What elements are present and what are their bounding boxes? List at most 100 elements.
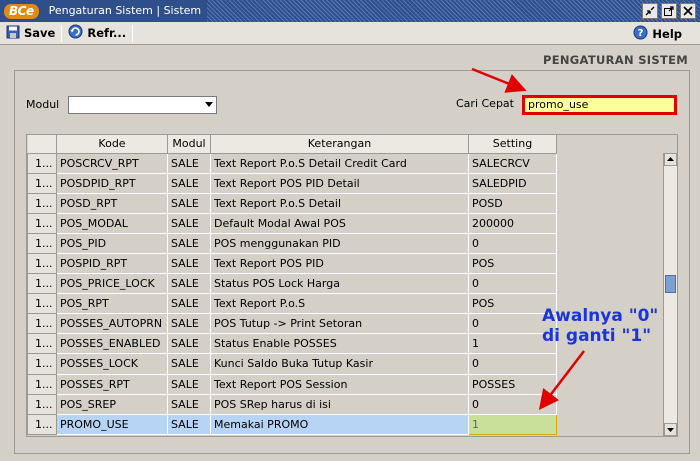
modul-cell[interactable]: SALE: [167, 394, 211, 415]
close-icon[interactable]: [680, 3, 696, 19]
row-index-cell[interactable]: 1...: [27, 212, 57, 234]
vertical-scrollbar[interactable]: [663, 153, 677, 436]
modul-cell[interactable]: SALE: [167, 293, 211, 315]
modul-cell[interactable]: SALE: [167, 414, 211, 435]
modul-cell[interactable]: SALE: [167, 173, 211, 194]
setting-cell[interactable]: POSSES: [468, 374, 557, 395]
modul-dropdown[interactable]: [68, 96, 217, 114]
table-row[interactable]: 1... POSSES_ENABLED SALE Status Enable POSS…: [27, 333, 557, 355]
kode-cell[interactable]: POS_MODAL: [56, 213, 168, 234]
table-row[interactable]: 1... POSPID_RPT SALE Text Report POS PID POS: [27, 252, 557, 275]
table-row[interactable]: 1... POS_PRICE_LOCK SALE Status POS Lock Ha…: [27, 273, 557, 295]
keterangan-cell[interactable]: Text Report POS PID: [210, 253, 469, 275]
search-input[interactable]: promo_use: [522, 95, 677, 115]
row-index-cell[interactable]: 1...: [27, 273, 57, 295]
help-button[interactable]: ? Help: [627, 23, 688, 44]
setting-cell[interactable]: 1: [468, 413, 557, 435]
table-row[interactable]: 1... POSDPID_RPT SALE Text Report POS PID D…: [27, 172, 557, 194]
kode-cell[interactable]: POSSES_AUTOPRN: [56, 313, 168, 335]
modul-cell[interactable]: SALE: [167, 333, 211, 355]
setting-cell[interactable]: 0: [468, 233, 557, 254]
table-row[interactable]: 1... POSSES_AUTOPRN SALE POS Tutup -> Print…: [27, 313, 557, 335]
kode-cell[interactable]: POSSES_LOCK: [56, 353, 168, 375]
row-index-cell[interactable]: 1...: [27, 353, 57, 375]
table-row[interactable]: 1... POSD_RPT SALE Text Report P.o.S Detail…: [27, 192, 557, 214]
expand-icon[interactable]: [661, 3, 677, 19]
kode-cell[interactable]: POS_PRICE_LOCK: [56, 273, 168, 295]
kode-cell[interactable]: POSCRCV_RPT: [56, 153, 168, 174]
table-row[interactable]: 1... POS_PID SALE POS menggunakan PID 0: [27, 232, 557, 254]
scroll-down-button[interactable]: [664, 423, 677, 436]
row-index-cell[interactable]: 1...: [27, 252, 57, 275]
kode-cell[interactable]: POSSES_RPT: [56, 374, 168, 395]
keterangan-cell[interactable]: Kunci Saldo Buka Tutup Kasir: [210, 353, 469, 375]
keterangan-cell[interactable]: Status POS Lock Harga: [210, 273, 469, 295]
row-index-cell[interactable]: 1...: [27, 172, 57, 194]
scrollbar-thumb[interactable]: [665, 275, 676, 293]
row-index-cell[interactable]: 1...: [27, 192, 57, 214]
modul-cell[interactable]: SALE: [167, 213, 211, 234]
keterangan-cell[interactable]: POS SRep harus di isi: [210, 394, 469, 415]
modul-cell[interactable]: SALE: [167, 353, 211, 375]
modul-cell[interactable]: SALE: [167, 273, 211, 295]
keterangan-cell[interactable]: Text Report POS PID Detail: [210, 173, 469, 194]
table-row[interactable]: 1... POSSES_RPT SALE Text Report POS Sessio…: [27, 373, 557, 395]
setting-cell[interactable]: POSD: [468, 193, 557, 214]
shrink-icon[interactable]: [642, 3, 658, 19]
setting-cell[interactable]: POS: [468, 253, 557, 275]
kode-cell[interactable]: PROMO_USE: [56, 414, 168, 435]
table-row[interactable]: 1... POSSES_LOCK SALE Kunci Saldo Buka Tutu…: [27, 353, 557, 375]
kode-cell[interactable]: POS_SREP: [56, 394, 168, 415]
setting-cell[interactable]: 0: [468, 394, 557, 415]
refresh-button[interactable]: Refr...: [62, 23, 132, 44]
row-index-cell[interactable]: 1...: [27, 152, 57, 174]
column-header-setting[interactable]: Setting: [468, 135, 557, 154]
chevron-down-icon[interactable]: [205, 102, 213, 107]
kode-cell[interactable]: POS_PID: [56, 233, 168, 254]
modul-cell[interactable]: SALE: [167, 374, 211, 395]
kode-cell[interactable]: POS_RPT: [56, 293, 168, 315]
row-index-cell[interactable]: 1...: [27, 393, 57, 415]
save-icon: [6, 25, 20, 42]
keterangan-cell[interactable]: Status Enable POSSES: [210, 333, 469, 355]
keterangan-cell[interactable]: Text Report P.o.S Detail Credit Card: [210, 153, 469, 174]
keterangan-cell[interactable]: Memakai PROMO: [210, 414, 469, 435]
save-button[interactable]: Save: [0, 23, 61, 44]
row-index-cell[interactable]: 1...: [27, 333, 57, 355]
kode-cell[interactable]: POSSES_ENABLED: [56, 333, 168, 355]
modul-cell[interactable]: SALE: [167, 153, 211, 174]
row-index-cell[interactable]: 1...: [27, 373, 57, 395]
keterangan-cell[interactable]: Text Report P.o.S: [210, 293, 469, 315]
setting-cell[interactable]: 0: [468, 353, 557, 375]
keterangan-cell[interactable]: Text Report P.o.S Detail: [210, 193, 469, 214]
keterangan-cell[interactable]: Text Report POS Session: [210, 374, 469, 395]
keterangan-cell[interactable]: POS Tutup -> Print Setoran: [210, 313, 469, 335]
table-row[interactable]: 1... POS_MODAL SALE Default Modal Awal POS 2…: [27, 212, 557, 234]
row-index-cell[interactable]: 1...: [27, 232, 57, 254]
keterangan-cell[interactable]: POS menggunakan PID: [210, 233, 469, 254]
row-index-cell[interactable]: 1...: [27, 313, 57, 335]
kode-cell[interactable]: POSPID_RPT: [56, 253, 168, 275]
scroll-up-button[interactable]: [664, 153, 677, 166]
kode-cell[interactable]: POSD_RPT: [56, 193, 168, 214]
setting-cell[interactable]: SALEDPID: [468, 173, 557, 194]
modul-cell[interactable]: SALE: [167, 253, 211, 275]
setting-cell[interactable]: 0: [468, 273, 557, 295]
table-row[interactable]: 1... POS_RPT SALE Text Report P.o.S POS: [27, 293, 557, 315]
keterangan-cell[interactable]: Default Modal Awal POS: [210, 213, 469, 234]
modul-cell[interactable]: SALE: [167, 193, 211, 214]
table-row[interactable]: 1... POS_SREP SALE POS SRep harus di isi 0: [27, 393, 557, 415]
modul-cell[interactable]: SALE: [167, 233, 211, 254]
setting-cell[interactable]: SALECRCV: [468, 153, 557, 174]
column-header-modul[interactable]: Modul: [167, 135, 211, 154]
kode-cell[interactable]: POSDPID_RPT: [56, 173, 168, 194]
column-header-kode[interactable]: Kode: [56, 135, 168, 154]
column-header-keterangan[interactable]: Keterangan: [210, 135, 469, 154]
table-row[interactable]: 1... PROMO_USE SALE Memakai PROMO 1: [27, 413, 557, 435]
row-index-cell[interactable]: 1...: [27, 413, 57, 435]
svg-text:?: ?: [638, 28, 644, 39]
row-index-cell[interactable]: 1...: [27, 293, 57, 315]
modul-cell[interactable]: SALE: [167, 313, 211, 335]
table-row[interactable]: 1... POSCRCV_RPT SALE Text Report P.o.S Det…: [27, 152, 557, 174]
setting-cell[interactable]: 200000: [468, 213, 557, 234]
